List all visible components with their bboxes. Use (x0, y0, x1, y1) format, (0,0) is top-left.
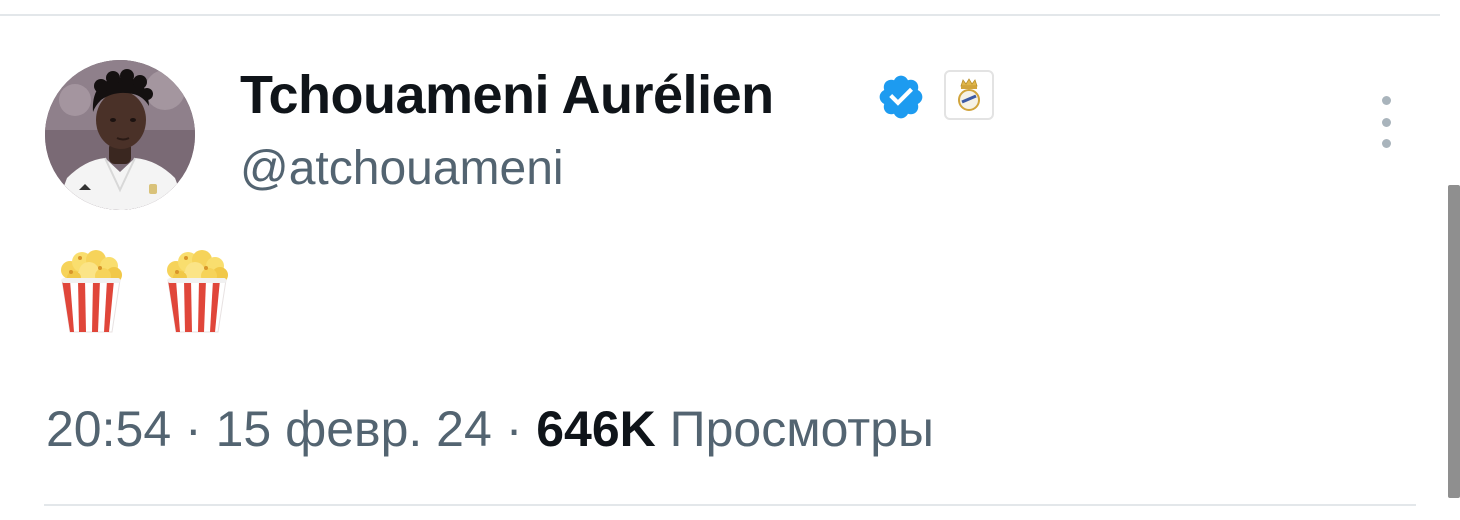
tweet-date[interactable]: 15 февр. 24 (216, 401, 492, 457)
avatar-image (45, 60, 195, 210)
verified-badge-icon (879, 75, 923, 119)
meta-separator: · (171, 401, 216, 457)
more-dot (1381, 139, 1391, 148)
bottom-divider (44, 504, 1416, 506)
tweet-meta: 20:54 · 15 февр. 24 · 646K Просмотры (46, 398, 934, 460)
avatar[interactable] (45, 60, 195, 210)
popcorn-emoji (61, 250, 122, 333)
handle[interactable]: @atchouameni (240, 138, 564, 200)
display-name[interactable]: Tchouameni Aurélien (240, 62, 774, 128)
views-count[interactable]: 646K (536, 401, 656, 457)
scrollbar[interactable] (1448, 185, 1460, 498)
top-divider (0, 14, 1440, 16)
meta-separator: · (491, 401, 537, 457)
more-vertical-icon (1381, 96, 1391, 105)
more-dot (1381, 117, 1391, 127)
views-label: Просмотры (669, 401, 934, 457)
more-options-button[interactable] (1370, 96, 1402, 148)
tweet-time[interactable]: 20:54 (46, 401, 171, 457)
club-crest-icon (944, 70, 994, 120)
tweet-content (56, 248, 256, 334)
popcorn-emoji (167, 250, 228, 333)
